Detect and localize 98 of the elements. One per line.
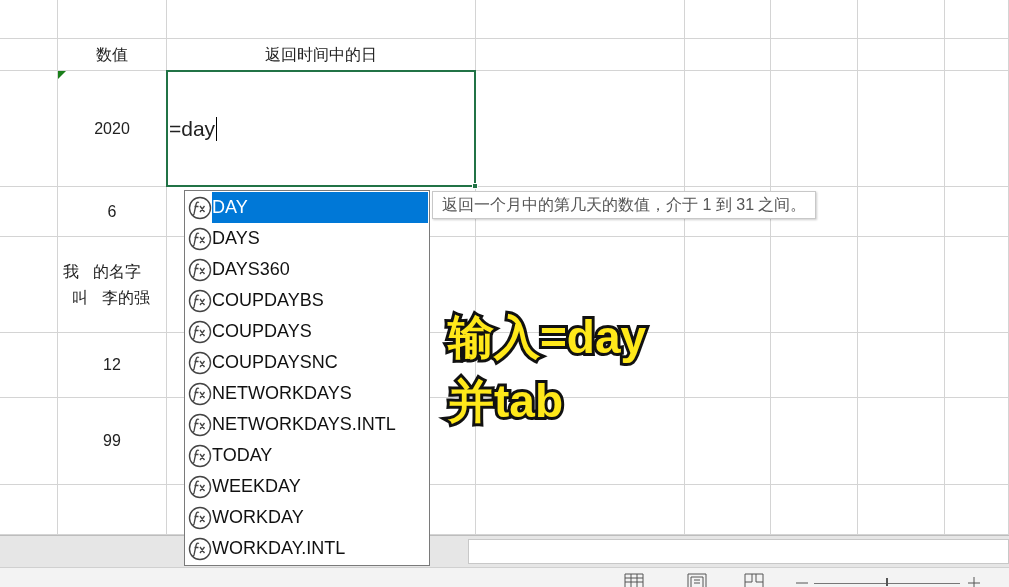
grid-cell[interactable] bbox=[771, 398, 858, 485]
function-icon bbox=[188, 288, 212, 313]
function-icon bbox=[188, 319, 212, 344]
cell-text: 叫 bbox=[72, 287, 88, 308]
function-icon bbox=[188, 257, 212, 282]
function-name: COUPDAYBS bbox=[212, 289, 325, 312]
page-layout-icon[interactable] bbox=[687, 573, 707, 587]
cell-text: 6 bbox=[107, 201, 117, 222]
function-tooltip: 返回一个月中的第几天的数值，介于 1 到 31 之间。 bbox=[432, 191, 817, 219]
grid-cell[interactable] bbox=[0, 398, 58, 485]
grid-cell[interactable] bbox=[0, 71, 58, 187]
grid-cell[interactable] bbox=[771, 71, 858, 187]
function-icon bbox=[188, 536, 212, 561]
grid-cell[interactable] bbox=[771, 237, 858, 333]
function-icon bbox=[188, 505, 212, 530]
grid-cell[interactable] bbox=[858, 71, 945, 187]
grid-cell[interactable] bbox=[858, 187, 945, 237]
function-icon bbox=[188, 443, 212, 468]
grid-cell[interactable]: 我 的名字 叫 李的强 bbox=[58, 237, 167, 333]
editing-cell[interactable]: =day bbox=[166, 70, 476, 187]
grid-cell[interactable] bbox=[945, 39, 1009, 71]
grid-cell[interactable] bbox=[858, 333, 945, 398]
function-option[interactable]: COUPDAYBS bbox=[188, 285, 428, 316]
grid-cell[interactable] bbox=[771, 39, 858, 71]
grid-cell[interactable] bbox=[685, 0, 771, 39]
grid-cell[interactable] bbox=[685, 237, 771, 333]
zoom-in-icon[interactable] bbox=[968, 577, 980, 587]
formula-text: =day bbox=[169, 116, 218, 141]
grid-cell[interactable] bbox=[858, 237, 945, 333]
grid-cell[interactable] bbox=[476, 71, 685, 187]
function-option[interactable]: COUPDAYSNC bbox=[188, 347, 428, 378]
cell-text: 99 bbox=[103, 431, 121, 451]
grid-cell[interactable] bbox=[945, 187, 1009, 237]
horizontal-scrollbar[interactable] bbox=[468, 539, 1009, 564]
grid-cell[interactable] bbox=[58, 0, 167, 39]
function-option[interactable]: DAYS bbox=[188, 223, 428, 254]
grid-cell[interactable] bbox=[0, 237, 58, 333]
grid-cell[interactable] bbox=[0, 0, 58, 39]
function-name: NETWORKDAYS.INTL bbox=[212, 413, 397, 436]
function-option[interactable]: NETWORKDAYS.INTL bbox=[188, 409, 428, 440]
function-name: WORKDAY bbox=[212, 506, 305, 529]
zoom-out-icon[interactable] bbox=[796, 581, 808, 585]
grid-cell[interactable] bbox=[0, 333, 58, 398]
cell-text: 我 bbox=[63, 261, 79, 282]
function-icon bbox=[188, 226, 212, 251]
grid-cell[interactable] bbox=[945, 237, 1009, 333]
page-break-icon[interactable] bbox=[744, 573, 764, 587]
grid-cell[interactable] bbox=[945, 0, 1009, 39]
function-name: WEEKDAY bbox=[212, 475, 302, 498]
function-name: COUPDAYS bbox=[212, 320, 313, 343]
cell-text: 的名字 bbox=[93, 261, 141, 282]
function-icon bbox=[188, 350, 212, 375]
grid-cell[interactable] bbox=[771, 0, 858, 39]
grid-cell[interactable] bbox=[476, 39, 685, 71]
grid-cell[interactable] bbox=[858, 0, 945, 39]
cell-text: 数值 bbox=[96, 44, 128, 65]
grid-cell[interactable] bbox=[945, 333, 1009, 398]
function-name: NETWORKDAYS bbox=[212, 382, 353, 405]
function-icon bbox=[188, 474, 212, 499]
function-option[interactable]: COUPDAYS bbox=[188, 316, 428, 347]
grid-cell[interactable]: 数值 bbox=[58, 39, 167, 71]
grid-cell[interactable] bbox=[945, 398, 1009, 485]
cell-text: 12 bbox=[103, 355, 121, 375]
function-option[interactable]: NETWORKDAYS bbox=[188, 378, 428, 409]
grid-cell[interactable] bbox=[685, 398, 771, 485]
function-icon bbox=[188, 381, 212, 406]
function-name: WORKDAY.INTL bbox=[212, 537, 347, 560]
grid-cell[interactable] bbox=[858, 398, 945, 485]
function-name: TODAY bbox=[212, 444, 274, 467]
annotation-text: 输入=day bbox=[448, 310, 647, 365]
function-name: COUPDAYSNC bbox=[212, 351, 339, 374]
grid-cell[interactable] bbox=[771, 333, 858, 398]
grid-cell[interactable] bbox=[476, 0, 685, 39]
grid-cell[interactable]: 99 bbox=[58, 398, 167, 485]
grid-cell[interactable] bbox=[0, 39, 58, 71]
grid-cell[interactable] bbox=[685, 39, 771, 71]
function-option[interactable]: WEEKDAY bbox=[188, 471, 428, 502]
function-option[interactable]: TODAY bbox=[188, 440, 428, 471]
grid-cell[interactable] bbox=[685, 333, 771, 398]
grid-cell[interactable]: 12 bbox=[58, 333, 167, 398]
function-option[interactable]: DAYS360 bbox=[188, 254, 428, 285]
grid-cell[interactable] bbox=[167, 0, 476, 39]
normal-view-icon[interactable] bbox=[624, 573, 644, 587]
grid-cell[interactable]: 6 bbox=[58, 187, 167, 237]
function-icon bbox=[188, 195, 212, 220]
grid-cell[interactable] bbox=[685, 71, 771, 187]
zoom-slider[interactable] bbox=[814, 578, 960, 586]
grid-cell[interactable] bbox=[945, 71, 1009, 187]
function-name: DAYS bbox=[212, 227, 261, 250]
grid-cell[interactable] bbox=[0, 187, 58, 237]
cell-text: 返回时间中的日 bbox=[265, 44, 377, 65]
fill-handle[interactable] bbox=[472, 183, 478, 189]
grid-cell[interactable] bbox=[858, 39, 945, 71]
function-icon bbox=[188, 412, 212, 437]
function-option[interactable]: WORKDAY bbox=[188, 502, 428, 533]
cell-text: 2020 bbox=[94, 118, 130, 139]
function-name: DAYS360 bbox=[212, 258, 291, 281]
cell-text: 李的强 bbox=[102, 287, 150, 308]
